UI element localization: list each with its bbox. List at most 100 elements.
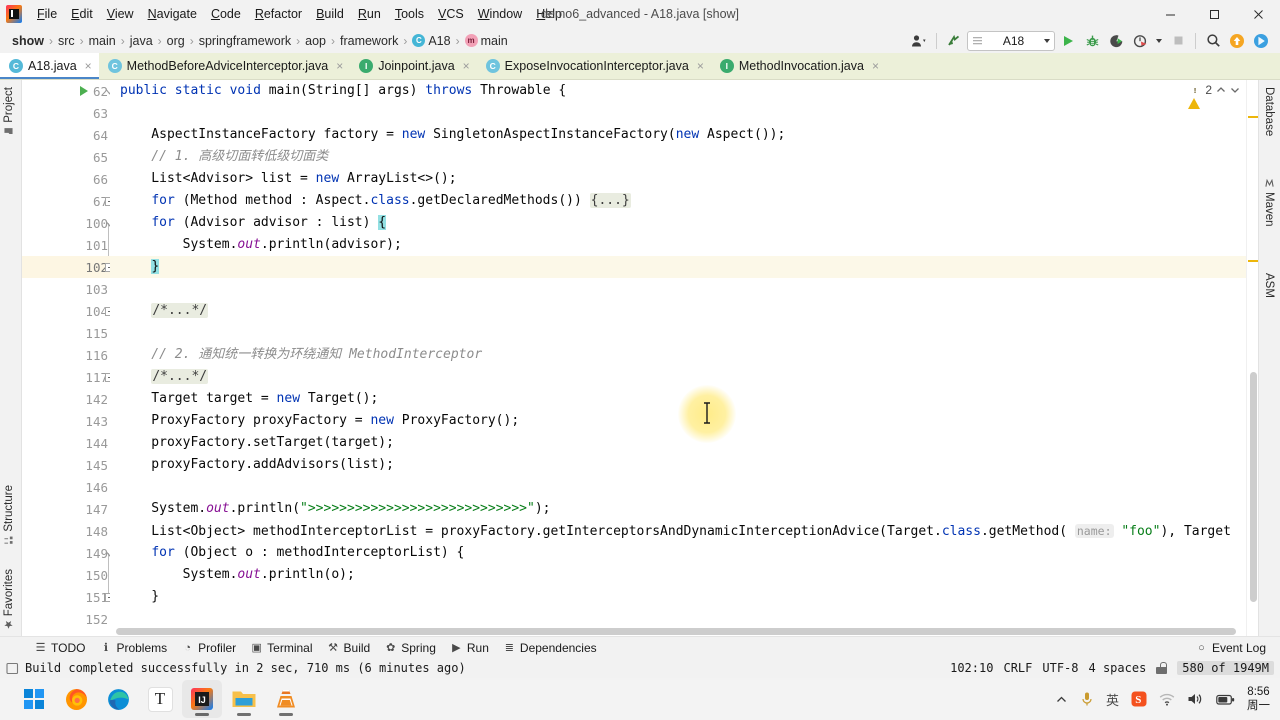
- menu-item-refactor[interactable]: Refactor: [248, 4, 309, 24]
- ime-icon[interactable]: 英: [1106, 690, 1119, 709]
- code-line-144[interactable]: proxyFactory.setTarget(target);: [110, 432, 1246, 454]
- firefox-icon[interactable]: [56, 680, 96, 718]
- close-button[interactable]: [1236, 0, 1280, 28]
- gutter-line-149[interactable]: 149: [22, 542, 114, 564]
- editor-tab-exposeinvocationinterceptor[interactable]: C ExposeInvocationInterceptor.java ×: [476, 53, 711, 79]
- minimize-button[interactable]: [1148, 0, 1192, 28]
- gutter-line-100[interactable]: 100: [22, 212, 114, 234]
- tool-window-dependencies[interactable]: ≣ Dependencies: [497, 640, 603, 656]
- sidebar-item-project[interactable]: Project: [3, 84, 15, 139]
- code-line-117[interactable]: /*...*/: [110, 366, 1246, 388]
- code-line-147[interactable]: System.out.println(">>>>>>>>>>>>>>>>>>>>…: [110, 498, 1246, 520]
- menu-item-tools[interactable]: Tools: [388, 4, 431, 24]
- folded-region[interactable]: /*...*/: [151, 369, 209, 384]
- gutter-line-116[interactable]: 116: [22, 344, 110, 366]
- gutter-line-145[interactable]: 145: [22, 454, 110, 476]
- tool-window-todo[interactable]: ☰ TODO: [28, 640, 91, 656]
- sidebar-item-maven[interactable]: Maven: [1263, 176, 1275, 230]
- menu-item-build[interactable]: Build: [309, 4, 351, 24]
- wifi-icon[interactable]: [1159, 693, 1175, 706]
- stop-icon[interactable]: [1167, 31, 1189, 51]
- sogou-input-icon[interactable]: S: [1131, 691, 1147, 707]
- menu-item-navigate[interactable]: Navigate: [141, 4, 204, 24]
- run-gutter-icon[interactable]: [78, 85, 90, 97]
- chevron-up-icon[interactable]: [1216, 85, 1226, 95]
- indent-setting[interactable]: 4 spaces: [1089, 661, 1147, 675]
- run-coverage-icon[interactable]: [1105, 31, 1127, 51]
- battery-icon[interactable]: [1216, 693, 1235, 706]
- gutter-line-104[interactable]: 104: [22, 300, 114, 322]
- code-line-67[interactable]: for (Method method : Aspect.class.getDec…: [110, 190, 1246, 212]
- gutter-line-102[interactable]: 102: [22, 256, 114, 278]
- gutter-line-152[interactable]: 152: [22, 608, 110, 630]
- gutter-line-101[interactable]: 101: [22, 234, 110, 256]
- gutter-line-66[interactable]: 66: [22, 168, 110, 190]
- maximize-button[interactable]: [1192, 0, 1236, 28]
- gutter-line-67[interactable]: 67: [22, 190, 114, 212]
- menu-item-file[interactable]: File: [30, 4, 64, 24]
- gutter-line-63[interactable]: 63: [22, 102, 110, 124]
- profile-dropdown-icon[interactable]: [1153, 31, 1165, 51]
- close-icon[interactable]: ×: [463, 59, 470, 73]
- vertical-scrollbar[interactable]: [1249, 80, 1258, 636]
- sidebar-item-structure[interactable]: Structure: [3, 482, 15, 548]
- code-line-116[interactable]: // 2. 通知统一转换为环绕通知 MethodInterceptor: [110, 344, 1246, 366]
- close-icon[interactable]: ×: [85, 59, 92, 73]
- run-icon[interactable]: [1057, 31, 1079, 51]
- file-encoding[interactable]: UTF-8: [1042, 661, 1078, 675]
- code-line-63[interactable]: [110, 102, 1246, 124]
- code-line-104[interactable]: /*...*/: [110, 300, 1246, 322]
- code-line-150[interactable]: System.out.println(o);: [110, 564, 1246, 586]
- lock-icon[interactable]: [1156, 662, 1168, 674]
- tool-window-build[interactable]: ⚒ Build: [321, 640, 377, 656]
- code-line-151[interactable]: }: [110, 586, 1246, 608]
- edge-icon[interactable]: [98, 680, 138, 718]
- gutter-line-65[interactable]: 65: [22, 146, 110, 168]
- menu-item-help[interactable]: Help: [529, 4, 569, 24]
- editor-tab-methodinvocation[interactable]: I MethodInvocation.java ×: [710, 53, 886, 79]
- gutter-line-62[interactable]: 62: [22, 80, 114, 102]
- horizontal-scrollbar-thumb[interactable]: [116, 628, 1236, 635]
- editor-gutter[interactable]: 62 63 64 65 66 67 100 101 102 103 104 115 116 117 142 1…: [22, 80, 114, 636]
- editor-tab-a18[interactable]: C A18.java ×: [0, 53, 99, 79]
- breadcrumb-item-java[interactable]: java: [126, 33, 157, 49]
- close-icon[interactable]: ×: [872, 59, 879, 73]
- gutter-line-151[interactable]: 151: [22, 586, 114, 608]
- code-line-103[interactable]: [110, 278, 1246, 300]
- show-hidden-icons[interactable]: [1055, 693, 1068, 706]
- gutter-line-103[interactable]: 103: [22, 278, 110, 300]
- inspection-widget[interactable]: ! 2: [1188, 83, 1240, 109]
- caret-position[interactable]: 102:10: [950, 661, 993, 675]
- code-line-146[interactable]: [110, 476, 1246, 498]
- code-line-62[interactable]: public static void main(String[] args) t…: [110, 80, 1246, 102]
- gutter-line-150[interactable]: 150: [22, 564, 110, 586]
- code-line-149[interactable]: for (Object o : methodInterceptorList) {: [110, 542, 1246, 564]
- gutter-line-64[interactable]: 64: [22, 124, 110, 146]
- memory-indicator[interactable]: 580 of 1949M: [1177, 661, 1274, 675]
- code-line-102[interactable]: }: [110, 256, 1246, 278]
- sidebar-item-favorites[interactable]: Favorites: [3, 566, 15, 632]
- tool-window-profiler[interactable]: ◔ Profiler: [175, 640, 242, 656]
- gutter-line-146[interactable]: 146: [22, 476, 110, 498]
- gutter-line-142[interactable]: 142: [22, 388, 110, 410]
- tool-window-terminal[interactable]: ▣ Terminal: [244, 640, 318, 656]
- breadcrumb-item-main[interactable]: main: [85, 33, 120, 49]
- gutter-line-144[interactable]: 144: [22, 432, 110, 454]
- code-line-142[interactable]: Target target = new Target();: [110, 388, 1246, 410]
- menu-item-view[interactable]: View: [100, 4, 141, 24]
- code-line-143[interactable]: ProxyFactory proxyFactory = new ProxyFac…: [110, 410, 1246, 432]
- menu-item-edit[interactable]: Edit: [64, 4, 100, 24]
- gutter-line-147[interactable]: 147: [22, 498, 110, 520]
- update-project-icon[interactable]: [943, 31, 965, 51]
- intellij-idea-icon[interactable]: IJ: [182, 680, 222, 718]
- search-everywhere-icon[interactable]: [1202, 31, 1224, 51]
- editor-tab-joinpoint[interactable]: I Joinpoint.java ×: [350, 53, 477, 79]
- microphone-icon[interactable]: [1080, 691, 1094, 707]
- volume-icon[interactable]: [1187, 692, 1204, 706]
- gutter-line-115[interactable]: 115: [22, 322, 110, 344]
- close-icon[interactable]: ×: [697, 59, 704, 73]
- editor-tab-methodbeforeadviceinterceptor[interactable]: C MethodBeforeAdviceInterceptor.java ×: [98, 53, 351, 79]
- code-line-100[interactable]: for (Advisor advisor : list) {: [110, 212, 1246, 234]
- sidebar-item-asm[interactable]: ASM: [1263, 270, 1275, 301]
- menu-item-run[interactable]: Run: [351, 4, 388, 24]
